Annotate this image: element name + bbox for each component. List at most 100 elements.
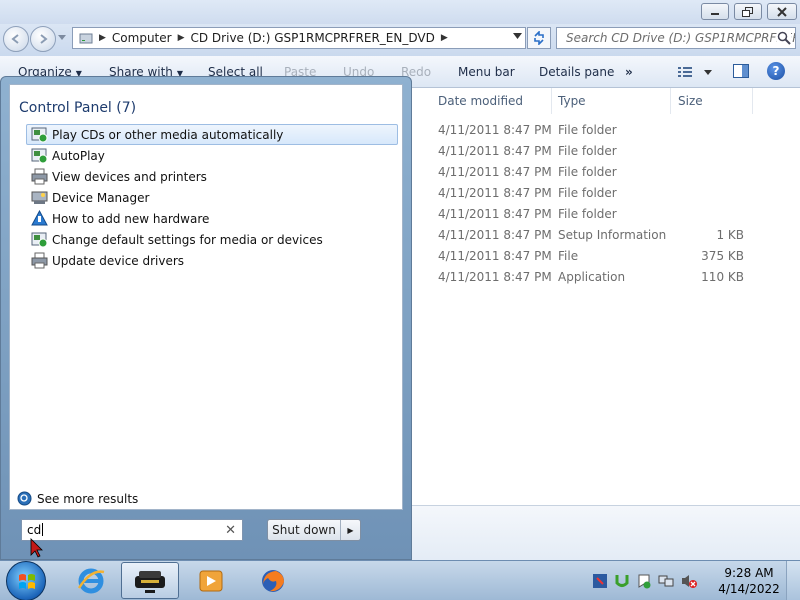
file-row[interactable]: 4/11/2011 8:47 PM File folder xyxy=(412,141,800,162)
search-placeholder: Search CD Drive (D:) GSP1RMCPRFRER_EN_DV… xyxy=(566,31,795,45)
address-dropdown-icon[interactable] xyxy=(513,33,522,39)
result-label: Update device drivers xyxy=(52,253,185,268)
clock-date: 4/14/2022 xyxy=(718,582,780,596)
clear-search-icon[interactable]: ✕ xyxy=(225,523,236,538)
close-icon xyxy=(777,6,787,17)
result-label: Play CDs or other media automatically xyxy=(52,127,284,142)
result-device-manager[interactable]: Device Manager xyxy=(26,187,398,208)
result-autoplay[interactable]: AutoPlay xyxy=(26,145,398,166)
file-date: 4/11/2011 8:47 PM xyxy=(438,228,552,242)
breadcrumb-cd-drive[interactable]: CD Drive (D:) GSP1RMCPRFRER_EN_DVD xyxy=(191,31,435,45)
recent-pages-dropdown-icon[interactable] xyxy=(58,35,66,41)
printer-icon xyxy=(31,168,48,185)
action-center-icon[interactable] xyxy=(636,573,652,589)
result-play-cds[interactable]: Play CDs or other media automatically xyxy=(26,124,398,145)
details-pane-button[interactable]: Details pane xyxy=(539,65,614,79)
search-input[interactable]: Search CD Drive (D:) GSP1RMCPRFRER_EN_DV… xyxy=(556,27,796,49)
file-date: 4/11/2011 8:47 PM xyxy=(438,270,552,284)
view-options-button[interactable] xyxy=(677,65,715,82)
utorrent-tray-icon[interactable] xyxy=(614,573,630,589)
result-label: View devices and printers xyxy=(52,169,207,184)
start-button[interactable] xyxy=(6,561,46,600)
file-type: File xyxy=(558,249,579,263)
result-add-hardware[interactable]: How to add new hardware xyxy=(26,208,398,229)
file-row[interactable]: 4/11/2011 8:47 PM File folder xyxy=(412,120,800,141)
file-list: 4/11/2011 8:47 PM File folder 4/11/2011 8… xyxy=(412,120,800,288)
minimize-button[interactable] xyxy=(701,3,729,20)
media-player-icon xyxy=(199,570,223,591)
back-arrow-icon xyxy=(11,34,19,44)
show-desktop-button[interactable] xyxy=(786,561,800,600)
shutdown-options-button[interactable]: ▶ xyxy=(340,520,360,540)
column-type[interactable]: Type xyxy=(558,94,586,108)
file-row[interactable]: 4/11/2011 8:47 PM Setup Information 1 KB xyxy=(412,225,800,246)
drive-icon xyxy=(79,33,93,44)
taskbar-active-app[interactable] xyxy=(121,562,179,599)
shutdown-button[interactable]: Shut down xyxy=(268,523,340,537)
file-date: 4/11/2011 8:47 PM xyxy=(438,123,552,137)
autoplay-icon xyxy=(31,232,48,248)
file-size: 110 KB xyxy=(701,270,744,284)
file-type: Application xyxy=(558,270,626,284)
column-date-modified[interactable]: Date modified xyxy=(438,94,523,108)
volume-muted-icon[interactable] xyxy=(680,573,698,589)
result-label: How to add new hardware xyxy=(52,211,210,226)
clock-time: 9:28 AM xyxy=(724,566,774,580)
search-results-panel: Control Panel (7) Play CDs or other medi… xyxy=(9,84,403,510)
breadcrumb-separator-icon: ▶ xyxy=(99,33,106,43)
file-row[interactable]: 4/11/2011 8:47 PM File folder xyxy=(412,183,800,204)
refresh-button[interactable] xyxy=(527,27,551,49)
forward-button[interactable] xyxy=(30,26,56,52)
menu-bar-button[interactable]: Menu bar xyxy=(458,65,515,79)
taskbar-media-player[interactable] xyxy=(182,562,240,599)
result-label: Device Manager xyxy=(52,190,150,205)
see-more-results-link[interactable]: See more results xyxy=(17,491,138,506)
search-icon[interactable] xyxy=(777,31,791,45)
preview-pane-button[interactable] xyxy=(733,64,749,81)
text-cursor xyxy=(42,523,44,536)
taskbar-clock[interactable]: 9:28 AM 4/14/2022 xyxy=(718,565,780,597)
restore-button[interactable] xyxy=(734,3,762,20)
result-update-drivers[interactable]: Update device drivers xyxy=(26,250,398,271)
vehicle-app-icon xyxy=(135,570,165,593)
autoplay-icon xyxy=(31,148,48,164)
taskbar-firefox[interactable] xyxy=(244,562,302,599)
help-icon: ? xyxy=(772,64,780,78)
breadcrumb-computer[interactable]: Computer xyxy=(112,31,172,45)
more-commands-button[interactable]: » xyxy=(625,65,633,79)
file-row[interactable]: 4/11/2011 8:47 PM File folder xyxy=(412,162,800,183)
forward-arrow-icon xyxy=(40,34,48,44)
results-group-heading[interactable]: Control Panel (7) xyxy=(19,100,136,116)
firefox-icon xyxy=(262,569,284,592)
refresh-icon xyxy=(534,31,544,45)
back-button[interactable] xyxy=(3,26,29,52)
column-divider[interactable] xyxy=(752,88,753,114)
close-button[interactable] xyxy=(767,3,797,20)
column-divider[interactable] xyxy=(551,88,552,114)
help-button[interactable]: ? xyxy=(767,62,785,80)
taskbar: 9:28 AM 4/14/2022 xyxy=(0,560,800,600)
internet-explorer-icon xyxy=(77,568,105,593)
printer-icon xyxy=(31,252,48,269)
file-row[interactable]: 4/11/2011 8:47 PM Application 110 KB xyxy=(412,267,800,288)
file-date: 4/11/2011 8:47 PM xyxy=(438,165,552,179)
result-label: AutoPlay xyxy=(52,148,105,163)
windows-logo-icon xyxy=(19,574,35,589)
start-search-input[interactable]: cd ✕ xyxy=(21,519,243,541)
breadcrumb-separator-icon: ▶ xyxy=(177,33,185,43)
result-devices-printers[interactable]: View devices and printers xyxy=(26,166,398,187)
network-icon[interactable] xyxy=(658,573,674,589)
file-date: 4/11/2011 8:47 PM xyxy=(438,186,552,200)
column-divider[interactable] xyxy=(670,88,671,114)
taskbar-internet-explorer[interactable] xyxy=(62,562,120,599)
file-row[interactable]: 4/11/2011 8:47 PM File folder xyxy=(412,204,800,225)
address-bar[interactable]: ▶ Computer ▶ CD Drive (D:) GSP1RMCPRFRER… xyxy=(72,27,526,49)
file-type: File folder xyxy=(558,186,617,200)
file-row[interactable]: 4/11/2011 8:47 PM File 375 KB xyxy=(412,246,800,267)
file-date: 4/11/2011 8:47 PM xyxy=(438,207,552,221)
file-size: 1 KB xyxy=(716,228,744,242)
column-size[interactable]: Size xyxy=(678,94,703,108)
result-change-default-settings[interactable]: Change default settings for media or dev… xyxy=(26,229,398,250)
security-tray-icon[interactable] xyxy=(592,573,608,589)
file-type: File folder xyxy=(558,144,617,158)
